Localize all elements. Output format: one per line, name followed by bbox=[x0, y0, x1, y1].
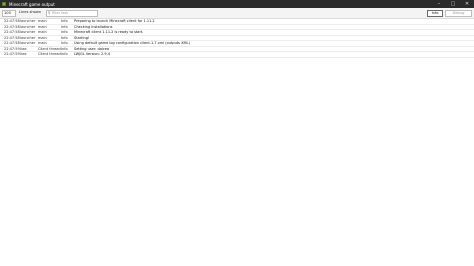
log-source: launcher bbox=[20, 19, 36, 23]
filter-input[interactable] bbox=[51, 10, 96, 16]
log-time: 22:47:59 bbox=[4, 52, 20, 56]
window-controls: – □ ✕ bbox=[432, 0, 474, 8]
minimize-button[interactable]: – bbox=[432, 0, 446, 8]
log-level: Info bbox=[61, 41, 68, 45]
log-level: Info bbox=[61, 52, 68, 56]
log-source: launcher bbox=[20, 35, 36, 40]
log-message: Using default game log configuration cli… bbox=[74, 41, 190, 45]
log-table: 22:47:58 launcher main Info Preparing to… bbox=[0, 19, 474, 58]
maximize-button[interactable]: □ bbox=[446, 0, 460, 8]
log-source: launcher bbox=[20, 30, 36, 34]
log-source: launcher bbox=[20, 24, 36, 29]
log-source: liwc bbox=[20, 46, 27, 51]
log-thread: main bbox=[38, 35, 47, 40]
log-thread: main bbox=[38, 30, 47, 34]
log-thread: main bbox=[38, 19, 47, 23]
log-time: 22:47:59 bbox=[4, 46, 20, 51]
log-level: Info bbox=[61, 30, 68, 34]
filter-box[interactable]: ⚲ bbox=[46, 9, 98, 17]
log-time: 22:47:58 bbox=[4, 19, 20, 23]
debug-level-toggle[interactable]: Debug bbox=[445, 9, 472, 17]
log-row[interactable]: 22:47:59 liwc Client thread Info LWJGL V… bbox=[0, 52, 474, 58]
log-message: Preparing to launch Minecraft client for… bbox=[74, 19, 155, 23]
title-bar: Minecraft game output – □ ✕ bbox=[0, 0, 474, 8]
minecraft-app-icon bbox=[2, 2, 6, 6]
lines-shown-label: Lines shown bbox=[19, 10, 42, 15]
log-message: Minecraft client 1.11.2 is ready to star… bbox=[74, 30, 144, 34]
log-source: launcher bbox=[20, 41, 36, 45]
log-thread: main bbox=[38, 24, 47, 29]
toolbar: 100 Lines shown ⚲ Info Debug bbox=[0, 8, 474, 19]
log-time: 22:47:58 bbox=[4, 30, 20, 34]
log-message: Checking installations bbox=[74, 24, 113, 29]
log-thread: Client thread bbox=[38, 46, 61, 51]
log-level: Info bbox=[61, 24, 68, 29]
log-level: Info bbox=[61, 19, 68, 23]
log-thread: main bbox=[38, 41, 47, 45]
log-message: Starting! bbox=[74, 35, 90, 40]
log-time: 22:47:58 bbox=[4, 24, 20, 29]
close-button[interactable]: ✕ bbox=[460, 0, 474, 8]
info-level-toggle[interactable]: Info bbox=[427, 9, 443, 17]
lines-shown-select[interactable]: 100 bbox=[2, 9, 16, 17]
log-level: Info bbox=[61, 35, 68, 40]
log-thread: Client thread bbox=[38, 52, 61, 56]
log-time: 22:47:58 bbox=[4, 41, 20, 45]
filter-icon: ⚲ bbox=[48, 11, 51, 15]
log-time: 22:47:58 bbox=[4, 35, 20, 40]
window-title: Minecraft game output bbox=[9, 1, 55, 7]
log-message: Setting user: daicea bbox=[74, 46, 110, 51]
log-level: Info bbox=[61, 46, 68, 51]
log-message: LWJGL Version: 2.9.4 bbox=[74, 52, 110, 56]
log-source: liwc bbox=[20, 52, 27, 56]
